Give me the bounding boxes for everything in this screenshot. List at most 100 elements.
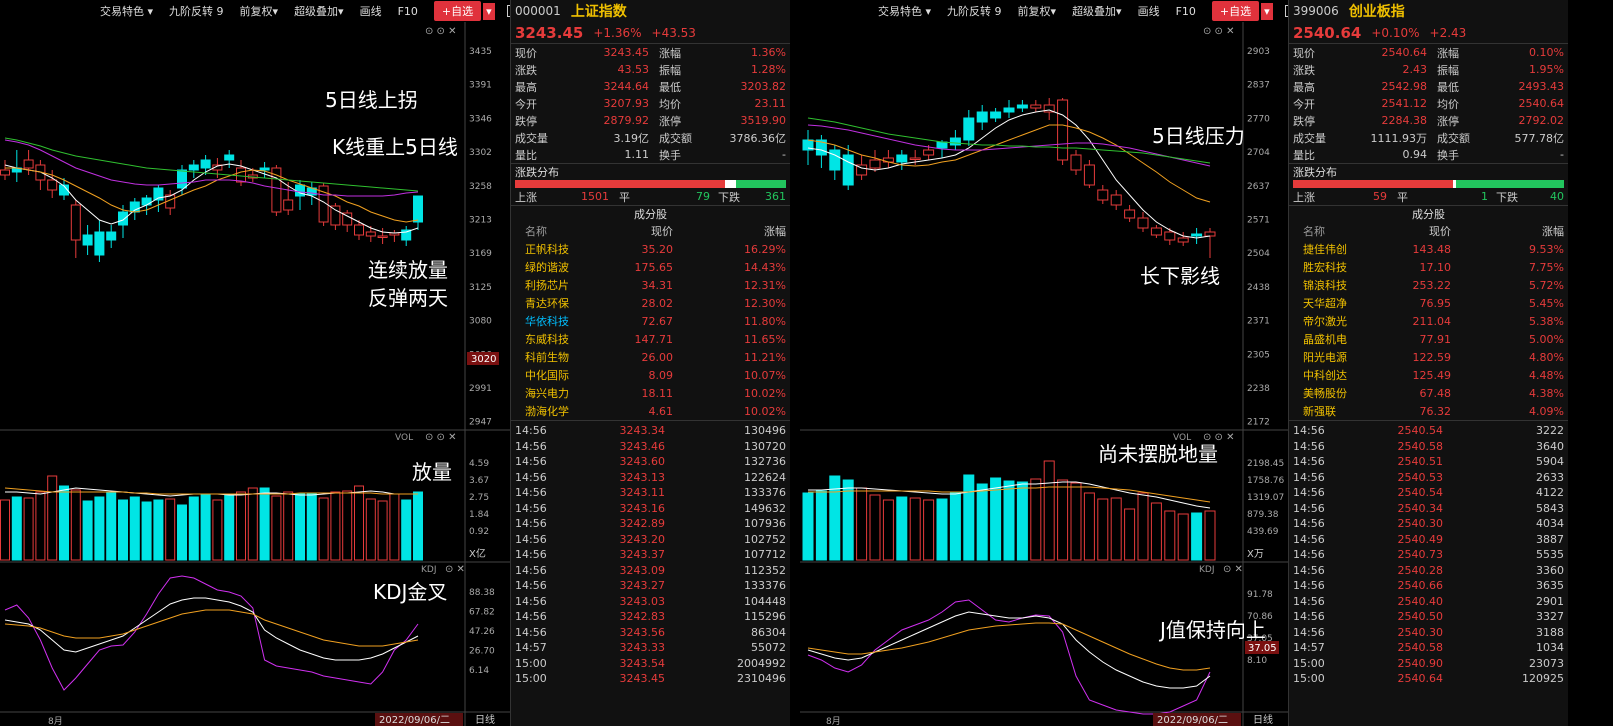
change-percent: +1.36% [593,25,642,40]
component-row[interactable]: 科前生物 26.00 11.21% [511,348,790,366]
stock-name: 创业板指 [1348,4,1405,20]
candle [118,211,128,226]
tick-row: 14:56 3243.20 102752 [515,532,786,546]
volume-bar [82,500,93,561]
stat-row: 最高 3244.64 最低 3203.82 [515,80,786,94]
component-row[interactable]: 青达环保 28.02 12.30% [511,294,790,312]
candle [94,231,105,256]
kdj-tick: 8.10 [1247,656,1267,666]
volume-bar [23,497,34,561]
volume-bar [318,497,329,561]
stat-row: 现价 2540.64 涨幅 0.10% [1293,46,1564,60]
component-row[interactable]: 东威科技 147.71 11.65% [511,330,790,348]
component-row[interactable]: 胜宏科技 17.10 7.75% [1289,258,1568,276]
tick-row: 14:56 3243.56 86304 [515,625,786,639]
volume-bar [842,479,854,561]
tick-row: 14:56 3243.11 133376 [515,486,786,500]
vol-tick: 2.75 [469,493,489,503]
volume-bar [1043,460,1055,561]
tick-row: 14:56 2540.30 4034 [1293,517,1564,531]
component-row[interactable]: 海兴电力 18.11 10.02% [511,384,790,402]
volume-bar [401,499,412,561]
annotation-text: 连续放量 [368,258,448,282]
component-row[interactable]: 新强联 76.32 4.09% [1289,402,1568,420]
candle [377,235,388,238]
volume-bar [413,491,423,561]
tick-row: 14:56 3243.09 112352 [515,563,786,577]
price-tick: 2837 [1247,81,1270,91]
component-row[interactable]: 利扬芯片 34.31 12.31% [511,276,790,294]
component-row[interactable]: 中科创达 125.49 4.48% [1289,366,1568,384]
tick-row: 14:56 3243.13 122624 [515,470,786,484]
vol-tick: 2198.45 [1247,459,1284,469]
price-tick: 3080 [469,317,492,327]
stat-row: 成交量 3.19亿 成交额 3786.36亿 [515,131,786,145]
component-row[interactable]: 绿的谐波 175.65 14.43% [511,258,790,276]
tick-row: 14:56 2540.28 3360 [1293,563,1564,577]
volume-bar [35,491,46,561]
tick-row: 14:56 3242.83 115296 [515,610,786,624]
volume-bar [141,501,152,561]
component-row[interactable]: 晶盛机电 77.91 5.00% [1289,330,1568,348]
kdj-label: KDJ [421,565,437,575]
volume-bar [165,498,176,561]
tick-row: 14:56 2540.54 3222 [1293,424,1564,438]
volume-bar [1030,478,1042,561]
tick-list: 14:56 3243.34 130496 14:56 3243.46 130720 14:5… [511,420,790,687]
component-row[interactable]: 锦浪科技 253.22 5.72% [1289,276,1568,294]
vol-tick: 0.92 [469,527,489,537]
annotation-text: KDJ金叉 [373,580,448,604]
tick-row: 14:56 2540.66 3635 [1293,579,1564,593]
candle [936,141,948,149]
left-kline-chart[interactable]: 3435339133463302325832133169312530803036… [0,0,512,726]
annotation-text: 5日线上拐 [325,88,418,112]
candle [365,231,376,237]
annotation-text: J值保持向上 [1160,618,1266,642]
price-tick: 3391 [469,81,492,91]
price-tick: 2637 [1247,182,1270,192]
component-row[interactable]: 阳光电源 122.59 4.80% [1289,348,1568,366]
volume-bar [118,499,128,561]
tick-row: 15:00 3243.45 2310496 [515,672,786,686]
vol-tick: 879.38 [1247,510,1279,520]
volume-bar [177,504,187,561]
candle [1124,209,1136,219]
component-row[interactable]: 美畅股份 67.48 4.38% [1289,384,1568,402]
candle [896,154,908,163]
tick-row: 14:56 2540.49 3887 [1293,532,1564,546]
component-row[interactable]: 中化国际 8.09 10.07% [511,366,790,384]
candle [259,167,270,171]
candle [0,169,10,176]
stat-row: 涨跌 2.43 振幅 1.95% [1293,63,1564,77]
stat-row: 涨跌 43.53 振幅 1.28% [515,63,786,77]
candle [283,199,294,211]
volume-bar [949,491,961,561]
kdj-tick: 88.38 [469,588,495,598]
tick-row: 15:00 2540.64 120925 [1293,672,1564,686]
candle [923,149,935,156]
settings-icon: ⊙ ✕ [1223,564,1243,575]
component-row[interactable]: 天华超净 76.95 5.45% [1289,294,1568,312]
component-row[interactable]: 华依科技 72.67 11.80% [511,312,790,330]
right-quote-panel: 399006 创业板指 2540.64 +0.10% +2.43 现价 2540.64 涨… [1288,0,1568,726]
kdj-line [4,597,419,661]
components-list: 正帆科技 35.20 16.29% 绿的谐波 175.65 14.43% 利扬芯片 34.31… [511,240,790,420]
candle [976,111,988,123]
component-row[interactable]: 捷佳伟创 143.48 9.53% [1289,240,1568,258]
distribution-counts: 上涨 1501 平 79 下跌 361 [515,190,786,204]
vol-unit: X万 [1247,549,1264,560]
candle [200,159,211,169]
distribution-title: 涨跌分布 [511,163,790,180]
candle [909,157,921,160]
component-row[interactable]: 正帆科技 35.20 16.29% [511,240,790,258]
volume-bar [936,498,948,561]
volume-bar [815,490,827,561]
volume-bar [188,496,199,561]
tick-row: 14:56 2540.53 2633 [1293,470,1564,484]
price-tick: 3302 [469,148,492,158]
settings-icon: ⊙ ⊙ ✕ [425,432,457,443]
volume-bar [259,487,270,561]
component-row[interactable]: 帝尔激光 211.04 5.38% [1289,312,1568,330]
component-row[interactable]: 渤海化学 4.61 10.02% [511,402,790,420]
tick-row: 15:00 2540.90 23073 [1293,656,1564,670]
